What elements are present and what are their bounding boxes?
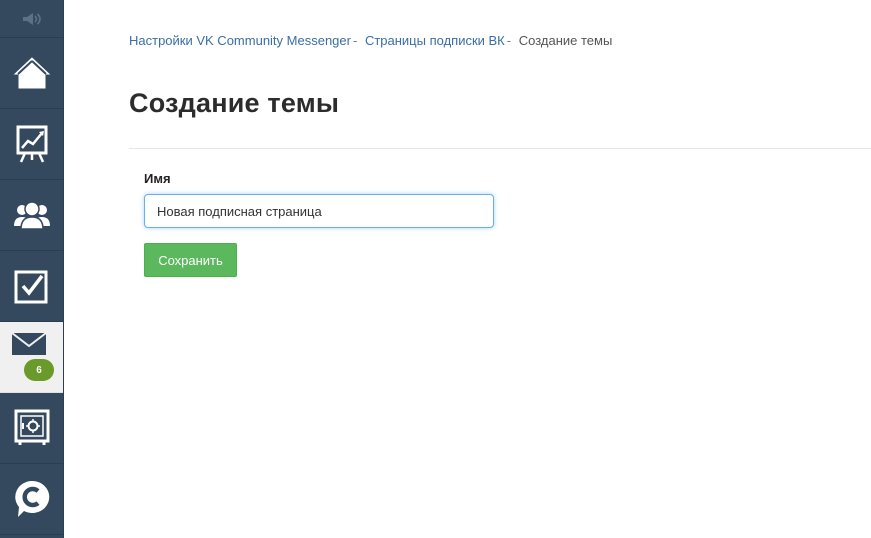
checkbox-icon: [14, 270, 47, 304]
main-content: Настройки VK Community Messenger - Страни…: [64, 0, 871, 538]
sidebar-item-home[interactable]: [0, 38, 63, 109]
safe-icon: [14, 409, 49, 445]
save-button[interactable]: Сохранить: [144, 243, 237, 277]
divider: [129, 148, 871, 149]
speaker-button[interactable]: [0, 0, 63, 38]
breadcrumb-separator: -: [352, 33, 358, 48]
sidebar-item-reports[interactable]: [0, 109, 63, 180]
users-icon: [13, 201, 50, 230]
breadcrumb-link-vk-settings[interactable]: Настройки VK Community Messenger: [129, 33, 351, 48]
sidebar-item-tasks[interactable]: [0, 251, 63, 322]
mail-icon: [10, 332, 47, 355]
sidebar-item-chat[interactable]: [0, 464, 63, 535]
breadcrumb-link-subscription-pages[interactable]: Страницы подписки ВК: [365, 33, 505, 48]
breadcrumb-current: Создание темы: [518, 33, 613, 48]
chat-bubble-icon: [14, 480, 49, 517]
speaker-icon: [22, 12, 41, 25]
breadcrumb: Настройки VK Community Messenger - Страни…: [129, 33, 612, 48]
page-title: Создание темы: [129, 88, 340, 118]
home-icon: [13, 57, 50, 89]
sidebar-item-integrations[interactable]: [0, 393, 63, 464]
breadcrumb-separator: -: [506, 33, 512, 48]
sidebar-item-contacts[interactable]: [0, 180, 63, 251]
unread-count-badge: 6: [24, 359, 54, 381]
name-input[interactable]: [144, 194, 494, 228]
name-field-label: Имя: [144, 171, 171, 186]
sidebar-item-messages[interactable]: 6: [0, 322, 63, 393]
chart-easel-icon: [16, 125, 47, 163]
sidebar: 6: [0, 0, 64, 538]
